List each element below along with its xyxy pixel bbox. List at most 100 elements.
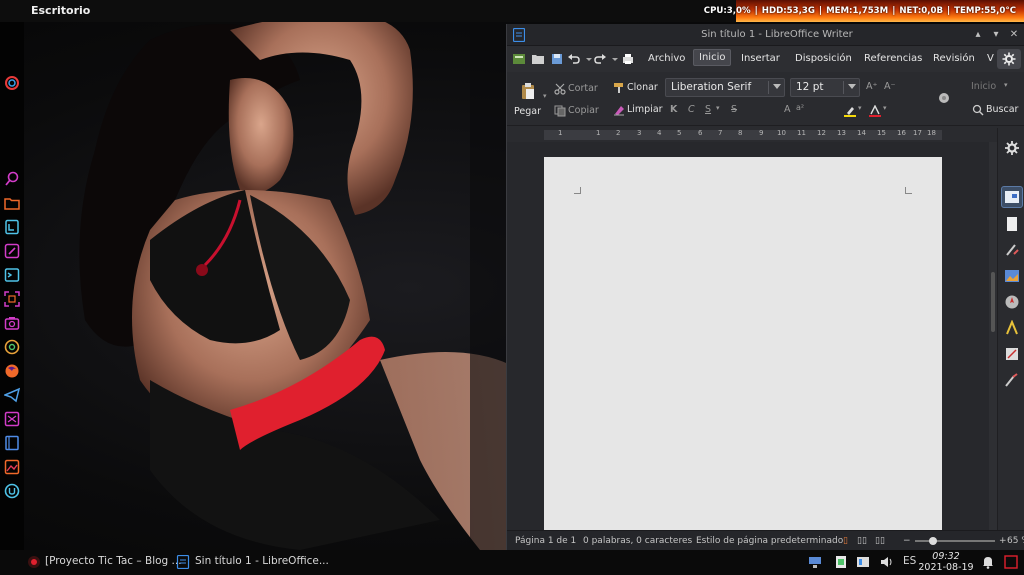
minimize-button[interactable]: ▾ xyxy=(989,28,1003,42)
tab-archivo[interactable]: Archivo xyxy=(648,53,685,64)
redo-dropdown-icon[interactable] xyxy=(608,52,622,66)
paste-button[interactable]: Pegar xyxy=(514,106,541,117)
styles-brush-icon[interactable] xyxy=(1004,242,1020,258)
camera-icon[interactable] xyxy=(4,315,20,331)
underline-icon[interactable]: S xyxy=(705,104,711,115)
manage-changes-icon[interactable] xyxy=(1004,320,1020,336)
chrome-icon[interactable] xyxy=(4,339,20,355)
document-icon[interactable] xyxy=(4,219,20,235)
style-inspector-icon[interactable] xyxy=(1004,372,1020,388)
tab-vista[interactable]: V xyxy=(987,53,994,64)
design-icon[interactable] xyxy=(1004,346,1020,362)
book-icon[interactable] xyxy=(4,435,20,451)
clipboard-icon[interactable] xyxy=(834,555,848,569)
font-size-combobox[interactable]: 12 pt xyxy=(790,78,860,97)
keyboard-layout[interactable]: ES xyxy=(903,555,916,567)
clear-formatting-icon[interactable] xyxy=(613,104,625,116)
document-canvas[interactable] xyxy=(507,142,989,530)
vertical-scrollbar[interactable] xyxy=(989,142,997,530)
highlight-icon[interactable] xyxy=(844,105,856,117)
color-ring-icon[interactable] xyxy=(4,75,20,91)
terminal-icon[interactable] xyxy=(4,267,20,283)
taskbar-item-browser[interactable]: [Proyecto Tic Tac – Blog ... xyxy=(45,555,182,567)
network-icon[interactable] xyxy=(808,555,822,569)
paste-icon[interactable] xyxy=(520,82,536,100)
cut-icon[interactable] xyxy=(554,83,566,95)
style-dropdown-icon[interactable]: ▾ xyxy=(1004,81,1008,89)
shrink-font-icon[interactable]: A⁻ xyxy=(884,81,896,92)
redo-icon[interactable] xyxy=(593,52,607,66)
styles-icon[interactable] xyxy=(938,92,950,104)
search-icon[interactable] xyxy=(4,171,20,187)
horizontal-ruler[interactable]: 1 1 2 3 4 5 6 7 8 9 10 11 12 13 14 15 16… xyxy=(507,128,989,142)
zoom-in-icon[interactable]: + xyxy=(999,536,1007,546)
properties-icon[interactable] xyxy=(1001,186,1023,208)
char-spacing-icon[interactable]: A xyxy=(784,104,791,115)
show-desktop-icon[interactable] xyxy=(1004,555,1018,569)
zoom-level[interactable]: 65 % xyxy=(1007,536,1024,546)
single-page-view-icon[interactable]: ▯ xyxy=(843,536,848,546)
taskbar-item-writer[interactable]: Sin título 1 - LibreOffice... xyxy=(195,555,329,567)
undo-icon[interactable] xyxy=(567,52,581,66)
clone-formatting-icon[interactable] xyxy=(613,82,625,94)
updates-icon[interactable] xyxy=(856,555,870,569)
zoom-slider-knob[interactable] xyxy=(929,537,937,545)
cut-button[interactable]: Cortar xyxy=(568,83,598,94)
visual-studio-icon[interactable] xyxy=(4,411,20,427)
telegram-icon[interactable] xyxy=(4,387,20,403)
grow-font-icon[interactable]: A⁺ xyxy=(866,81,878,92)
italic-icon[interactable]: C xyxy=(688,104,695,115)
search-icon[interactable] xyxy=(972,104,984,116)
clone-button[interactable]: Clonar xyxy=(627,82,658,93)
tab-inicio[interactable]: Inicio xyxy=(693,49,732,66)
scrollbar-thumb[interactable] xyxy=(991,272,995,332)
gallery-icon[interactable] xyxy=(1004,268,1020,284)
zoom-slider[interactable] xyxy=(915,537,995,545)
font-color-dropdown-icon[interactable]: ▾ xyxy=(883,104,887,112)
multi-page-view-icon[interactable]: ▯▯ xyxy=(857,536,867,546)
word-count-status[interactable]: 0 palabras, 0 caracteres xyxy=(583,536,692,546)
window-titlebar[interactable]: Sin título 1 - LibreOffice Writer ▴ ▾ ✕ xyxy=(507,24,1024,46)
copy-button[interactable]: Copiar xyxy=(568,105,599,116)
navigator-icon[interactable] xyxy=(1004,294,1020,310)
firefox-icon[interactable] xyxy=(4,363,20,379)
print-icon[interactable] xyxy=(621,52,635,66)
new-document-icon[interactable] xyxy=(512,52,526,66)
underline-dropdown-icon[interactable]: ▾ xyxy=(716,104,720,112)
find-button[interactable]: Buscar xyxy=(986,104,1018,115)
font-color-icon[interactable] xyxy=(869,105,881,117)
book-view-icon[interactable]: ▯▯ xyxy=(875,536,885,546)
highlight-dropdown-icon[interactable]: ▾ xyxy=(858,104,862,112)
keep-above-icon[interactable]: ▴ xyxy=(971,28,985,42)
open-folder-icon[interactable] xyxy=(531,52,545,66)
tab-revision[interactable]: Revisión xyxy=(933,53,975,64)
copy-icon[interactable] xyxy=(554,105,566,117)
close-button[interactable]: ✕ xyxy=(1007,28,1021,42)
clock[interactable]: 09:32 2021-08-19 xyxy=(918,551,974,573)
power-circle-icon[interactable] xyxy=(4,483,20,499)
folder-icon[interactable] xyxy=(4,195,20,211)
page-style-status[interactable]: Estilo de página predeterminado xyxy=(696,536,843,546)
page-icon[interactable] xyxy=(1004,216,1020,232)
save-icon[interactable] xyxy=(550,52,564,66)
gear-icon[interactable] xyxy=(1004,140,1020,156)
font-name-combobox[interactable]: Liberation Serif xyxy=(665,78,785,97)
screenshot-icon[interactable] xyxy=(4,291,20,307)
page-count-status[interactable]: Página 1 de 1 xyxy=(515,536,576,546)
clear-button[interactable]: Limpiar xyxy=(627,104,663,115)
volume-icon[interactable] xyxy=(880,555,894,569)
tab-referencias[interactable]: Referencias xyxy=(864,53,922,64)
notifications-icon[interactable] xyxy=(981,555,995,569)
paste-dropdown-icon[interactable]: ▾ xyxy=(543,92,547,100)
tab-disposicion[interactable]: Disposición xyxy=(795,53,852,64)
zoom-out-icon[interactable]: − xyxy=(903,536,911,546)
style-combobox[interactable]: Inicio xyxy=(971,81,996,92)
notebookbar-menu-button[interactable] xyxy=(997,49,1021,69)
superscript-icon[interactable]: a² xyxy=(796,103,804,112)
edit-icon[interactable] xyxy=(4,243,20,259)
image-icon[interactable] xyxy=(4,459,20,475)
tab-insertar[interactable]: Insertar xyxy=(741,53,780,64)
strikethrough-icon[interactable]: S xyxy=(731,104,737,115)
document-page[interactable] xyxy=(544,157,942,530)
bold-icon[interactable]: K xyxy=(670,104,677,115)
